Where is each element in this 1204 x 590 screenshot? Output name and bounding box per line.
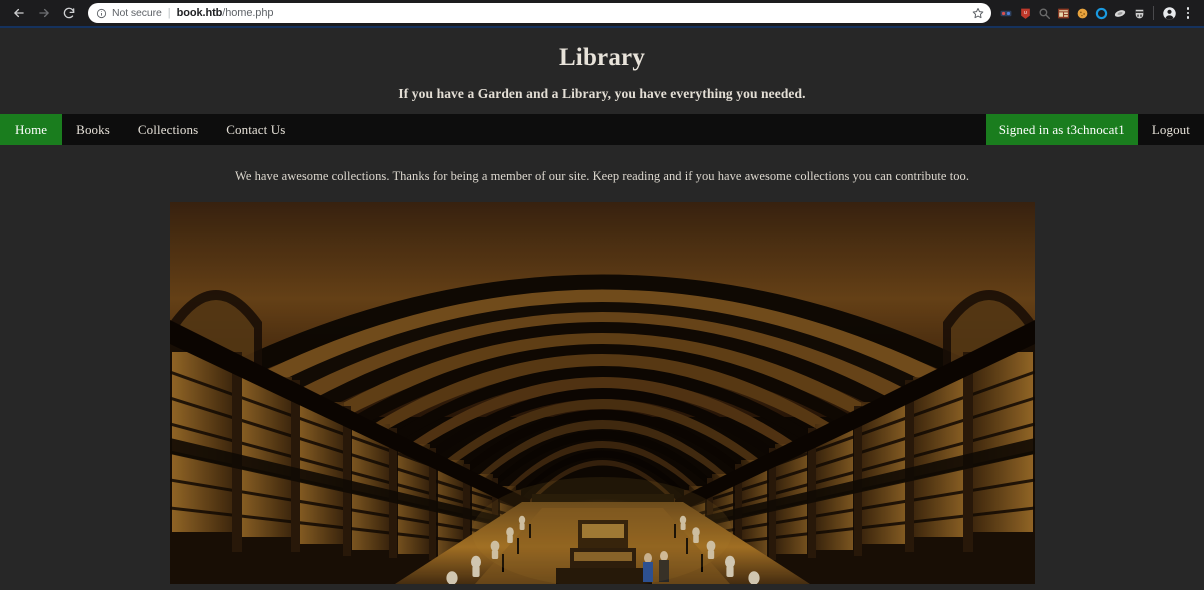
signed-in-user-badge[interactable]: Signed in as t3chnocat1: [986, 114, 1138, 145]
three-dot-menu-icon[interactable]: [1180, 3, 1196, 23]
logout-link[interactable]: Logout: [1138, 114, 1204, 145]
extension-icon-3[interactable]: [1035, 4, 1053, 22]
hero-image-container: [0, 202, 1204, 584]
svg-text:U: U: [1023, 10, 1026, 15]
extensions-bar: U: [997, 4, 1148, 22]
nav-right-group: Signed in as t3chnocat1 Logout: [986, 114, 1204, 145]
address-bar[interactable]: Not secure | book.htb/home.php: [88, 3, 991, 23]
extension-icon-5[interactable]: [1073, 4, 1091, 22]
extension-icon-1[interactable]: [997, 4, 1015, 22]
extension-icon-2[interactable]: U: [1016, 4, 1034, 22]
star-icon[interactable]: [969, 4, 987, 22]
page-title: Library: [0, 42, 1204, 73]
back-arrow-icon[interactable]: [8, 2, 30, 24]
reload-icon[interactable]: [58, 2, 80, 24]
nav-item-home[interactable]: Home: [0, 114, 62, 145]
profile-avatar-icon[interactable]: [1159, 3, 1179, 23]
main-navigation-bar: Home Books Collections Contact Us Signed…: [0, 114, 1204, 145]
nav-item-books[interactable]: Books: [62, 114, 124, 145]
security-status-label: Not secure: [112, 7, 162, 19]
extension-icon-4[interactable]: [1054, 4, 1072, 22]
omnibox-separator: |: [168, 7, 171, 19]
extension-icon-8[interactable]: [1130, 4, 1148, 22]
url-text: book.htb/home.php: [177, 7, 965, 19]
extension-icon-6[interactable]: [1092, 4, 1110, 22]
nav-left-group: Home Books Collections Contact Us: [0, 114, 299, 145]
page-body: Library If you have a Garden and a Libra…: [0, 28, 1204, 590]
url-host: book.htb: [177, 7, 223, 19]
intro-paragraph: We have awesome collections. Thanks for …: [0, 169, 1204, 184]
site-header: Library If you have a Garden and a Libra…: [0, 28, 1204, 114]
toolbar-divider: [1153, 6, 1154, 20]
browser-nav-buttons: [8, 2, 80, 24]
library-long-room-photo: [170, 202, 1035, 584]
url-path: /home.php: [222, 7, 273, 19]
browser-toolbar: Not secure | book.htb/home.php U: [0, 0, 1204, 26]
nav-item-contact-us[interactable]: Contact Us: [212, 114, 299, 145]
extension-icon-7[interactable]: [1111, 4, 1129, 22]
info-circle-icon[interactable]: [95, 7, 107, 19]
forward-arrow-icon[interactable]: [33, 2, 55, 24]
library-illustration: [170, 202, 1035, 584]
nav-item-collections[interactable]: Collections: [124, 114, 212, 145]
site-tagline: If you have a Garden and a Library, you …: [0, 86, 1204, 102]
